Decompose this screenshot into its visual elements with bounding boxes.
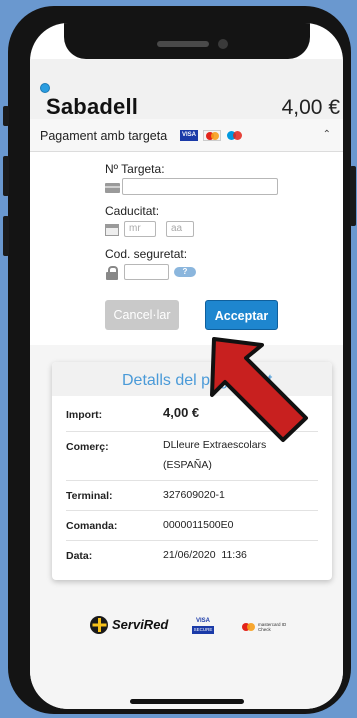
- red-arrow-icon: [210, 337, 308, 442]
